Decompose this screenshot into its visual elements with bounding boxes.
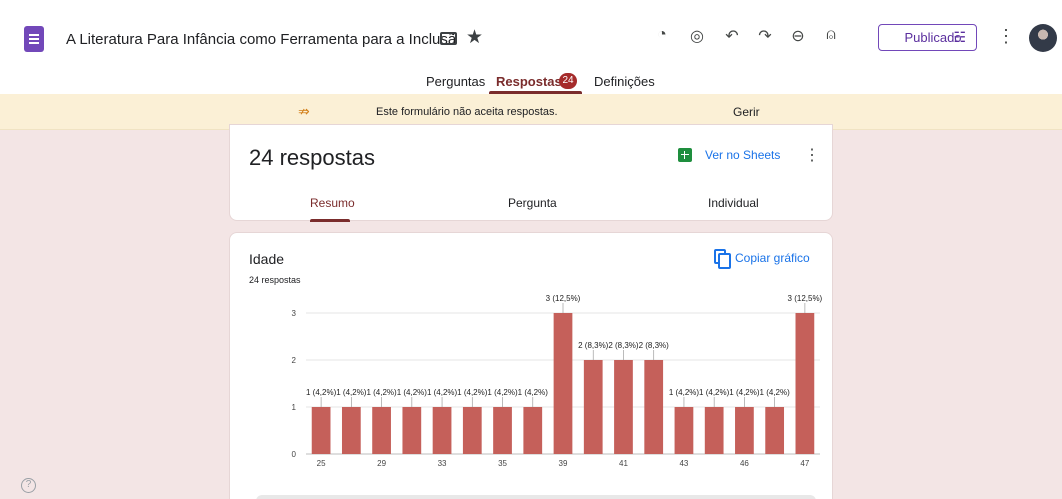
bar [523,407,543,454]
move-to-folder-icon[interactable] [440,32,457,45]
data-label: 1 (4,2%) [457,388,488,397]
data-label: 1 (4,2%) [366,388,397,397]
sub-tab-pergunta[interactable]: Pergunta [508,196,557,210]
tab-respostas[interactable]: Respostas [496,74,562,89]
palette-icon[interactable]: ◔ [651,26,673,44]
document-title[interactable]: A Literatura Para Infância como Ferramen… [66,31,456,48]
preview-eye-icon[interactable]: ◎ [686,26,708,46]
sub-tab-individual[interactable]: Individual [708,196,759,210]
y-tick-label: 1 [292,403,297,412]
data-label: 2 (8,3%) [608,341,639,350]
published-button[interactable]: Publicado ☷ [878,24,977,51]
data-label: 1 (4,2%) [518,388,549,397]
data-label: 1 (4,2%) [699,388,730,397]
sub-tab-indicator [310,219,350,222]
bar [341,407,361,454]
data-label: 2 (8,3%) [578,341,609,350]
responses-count-badge: 24 [559,73,577,89]
tab-perguntas[interactable]: Perguntas [426,74,485,89]
x-tick-label: 29 [377,459,386,468]
x-tick-label: 43 [679,459,688,468]
x-tick-label: 41 [619,459,628,468]
responses-summary-card: 24 respostas Ver no Sheets ⋮ Resumo Perg… [229,124,833,222]
avatar[interactable] [1029,24,1057,52]
bar [372,407,391,454]
star-icon[interactable]: ★ [466,26,483,49]
question-chart-card: Idade 24 respostas Copiar gráfico 01231 … [229,232,833,499]
bar [493,407,512,454]
undo-icon[interactable]: ↶ [721,26,743,46]
forms-app-icon[interactable] [24,26,44,52]
tab-definicoes[interactable]: Definições [594,74,655,89]
responses-count: 24 respostas [249,145,375,170]
help-icon[interactable]: ? [21,478,36,493]
bar [735,407,754,454]
data-label: 3 (12,5%) [546,294,581,303]
tune-icon: ☷ [953,29,966,45]
redo-icon[interactable]: ↷ [754,26,776,46]
sheets-icon[interactable] [678,148,692,162]
bar [432,407,452,454]
x-tick-label: 47 [800,459,809,468]
data-label: 1 (4,2%) [729,388,760,397]
data-label: 1 (4,2%) [427,388,458,397]
bar [704,407,724,454]
x-tick-label: 39 [559,459,568,468]
age-bar-chart: 01231 (4,2%)251 (4,2%) 1 (4,2%)291 (4,2%)… [292,294,823,468]
x-tick-label: 25 [317,459,326,468]
sub-tab-resumo[interactable]: Resumo [310,196,355,210]
bar [795,313,815,454]
card-more-options-icon[interactable]: ⋮ [804,145,820,165]
data-label: 1 (4,2%) [306,388,337,397]
link-icon[interactable]: ⊖ [787,26,809,46]
bar [402,407,422,454]
y-tick-label: 3 [292,309,297,318]
responses-off-icon: ⇏ [298,103,310,119]
bar [553,313,573,454]
x-tick-label: 35 [498,459,507,468]
data-label: 3 (12,5%) [788,294,823,303]
data-label: 1 (4,2%) [336,388,367,397]
add-collaborator-icon[interactable]: ⍝ [820,26,842,44]
bar [583,360,603,454]
bar [311,407,331,454]
data-label: 1 (4,2%) [669,388,700,397]
view-in-sheets-link[interactable]: Ver no Sheets [705,148,780,162]
data-label: 2 (8,3%) [639,341,670,350]
data-label: 1 (4,2%) [487,388,518,397]
banner-message: Este formulário não aceita respostas. [376,106,558,118]
data-label: 1 (4,2%) [760,388,791,397]
data-label: 1 (4,2%) [397,388,428,397]
y-tick-label: 2 [292,356,297,365]
bar [614,360,633,454]
manage-button[interactable]: Gerir [733,105,760,119]
more-options-icon[interactable]: ⋮ [997,26,1015,47]
bar [765,407,785,454]
next-card-edge [256,495,816,499]
y-tick-label: 0 [292,450,297,459]
x-tick-label: 33 [438,459,447,468]
x-tick-label: 46 [740,459,749,468]
bar [674,407,694,454]
bar [462,407,482,454]
bar [644,360,664,454]
